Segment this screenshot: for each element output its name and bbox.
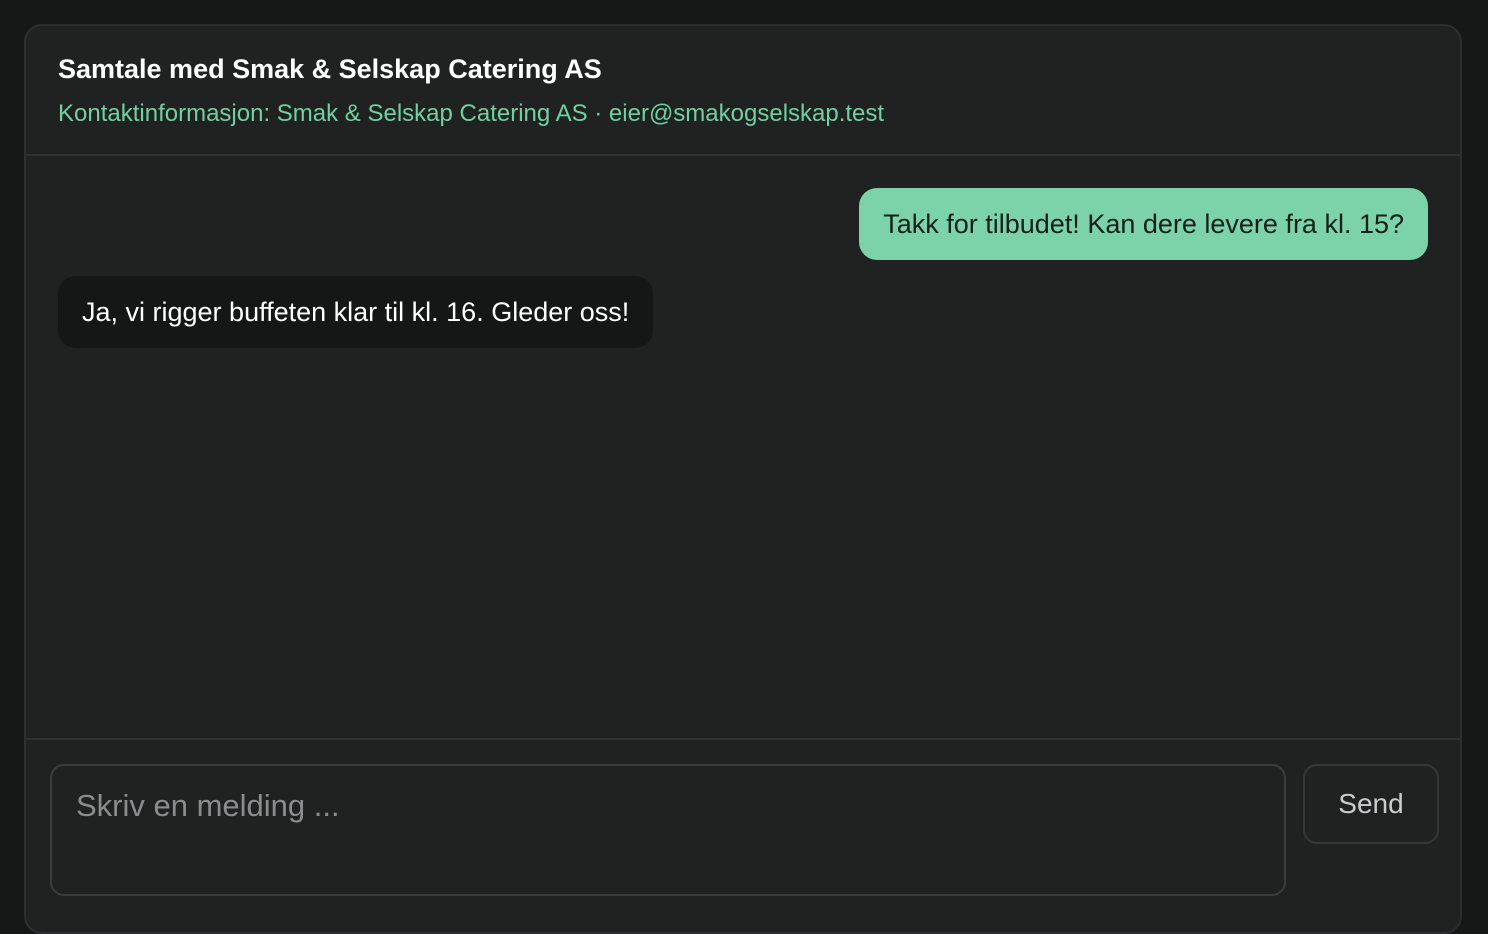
contact-info: Kontaktinformasjon: Smak & Selskap Cater…: [58, 100, 885, 127]
chat-header: Samtale med Smak & Selskap Catering AS K…: [26, 26, 1460, 156]
conversation-title: Samtale med Smak & Selskap Catering AS: [58, 54, 602, 84]
chat-panel: Samtale med Smak & Selskap Catering AS K…: [24, 24, 1462, 934]
outgoing-message: Takk for tilbudet! Kan dere levere fra k…: [859, 188, 1428, 260]
message-composer: Send: [26, 738, 1460, 932]
incoming-message: Ja, vi rigger buffeten klar til kl. 16. …: [58, 276, 654, 348]
message-input[interactable]: [50, 764, 1286, 896]
send-button[interactable]: Send: [1303, 764, 1439, 844]
message-list[interactable]: Takk for tilbudet! Kan dere levere fra k…: [26, 156, 1460, 738]
